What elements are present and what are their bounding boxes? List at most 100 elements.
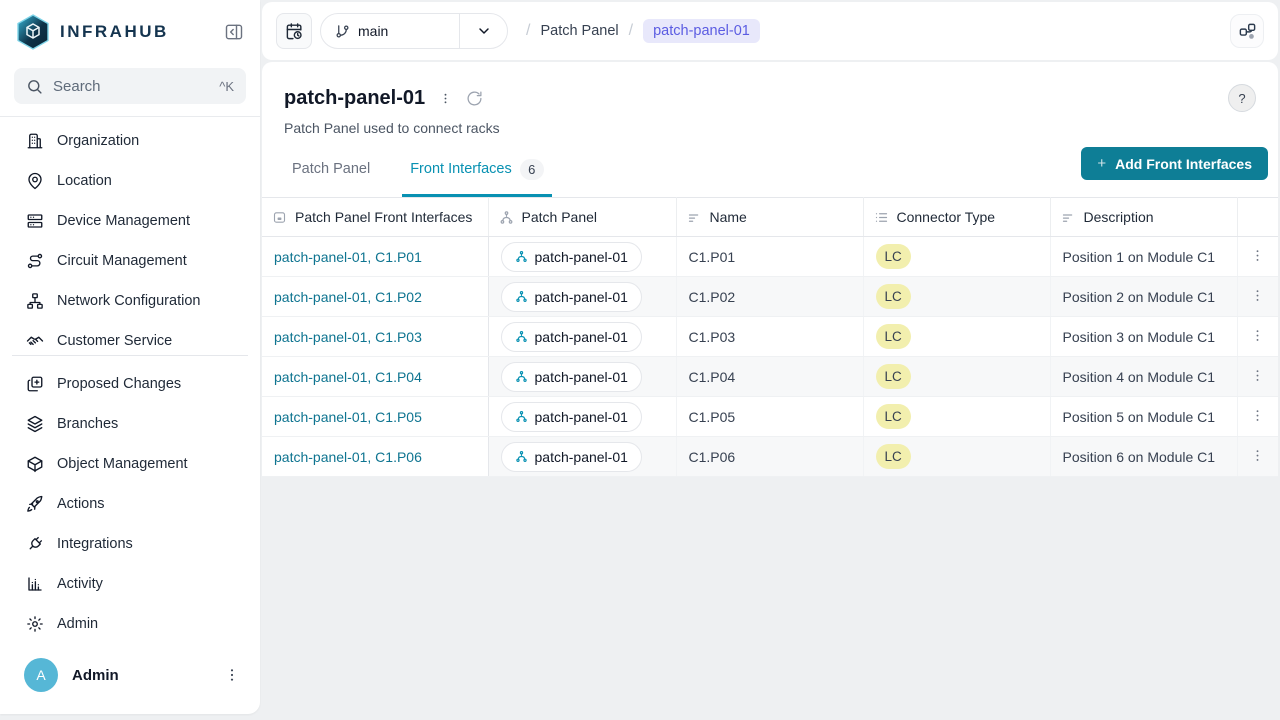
help-button[interactable]: ?: [1228, 84, 1256, 112]
sidebar-item-organization[interactable]: Organization: [0, 121, 260, 161]
table-row[interactable]: patch-panel-01, C1.P01 patch-panel-01 C1…: [262, 237, 1278, 277]
sidebar-item-location[interactable]: Location: [0, 161, 260, 201]
connector-type-badge: LC: [876, 284, 911, 309]
interface-link[interactable]: patch-panel-01, C1.P05: [274, 409, 422, 425]
hierarchy-icon: [515, 250, 528, 263]
tab-patch-panel[interactable]: Patch Panel: [284, 144, 378, 197]
patch-panel-chip[interactable]: patch-panel-01: [501, 402, 642, 432]
branch-selector[interactable]: main: [320, 13, 508, 49]
patch-panel-chip[interactable]: patch-panel-01: [501, 362, 642, 392]
sidebar-item-actions[interactable]: Actions: [0, 484, 260, 524]
search-input[interactable]: Search ^K: [14, 68, 246, 104]
description-cell: Position 1 on Module C1: [1050, 237, 1237, 277]
interface-link[interactable]: patch-panel-01, C1.P06: [274, 449, 422, 465]
sidebar-item-label: Activity: [57, 576, 103, 592]
time-travel-button[interactable]: [276, 13, 312, 49]
column-header-patch-panel[interactable]: Patch Panel: [488, 198, 676, 237]
interface-link[interactable]: patch-panel-01, C1.P01: [274, 249, 422, 265]
patch-panel-chip[interactable]: patch-panel-01: [501, 242, 642, 272]
sidebar-item-label: Object Management: [57, 456, 188, 472]
title-kebab-icon[interactable]: [439, 92, 452, 105]
sidebar-item-activity[interactable]: Activity: [0, 564, 260, 604]
patch-panel-chip[interactable]: patch-panel-01: [501, 282, 642, 312]
sidebar-item-proposed-changes[interactable]: Proposed Changes: [0, 364, 260, 404]
row-kebab-icon[interactable]: [1250, 448, 1265, 463]
tabs-bar: Patch Panel Front Interfaces 6 + Add Fro…: [262, 144, 1278, 197]
row-kebab-icon[interactable]: [1250, 248, 1265, 263]
interface-link[interactable]: patch-panel-01, C1.P02: [274, 289, 422, 305]
sidebar-item-network-configuration[interactable]: Network Configuration: [0, 281, 260, 321]
tab-label: Front Interfaces: [410, 161, 512, 177]
connector-type-badge: LC: [876, 244, 911, 269]
search-icon: [26, 78, 43, 95]
row-kebab-icon[interactable]: [1250, 368, 1265, 383]
network-icon: [26, 292, 44, 310]
table-row[interactable]: patch-panel-01, C1.P05 patch-panel-01 C1…: [262, 397, 1278, 437]
patch-panel-chip[interactable]: patch-panel-01: [501, 322, 642, 352]
interface-link[interactable]: patch-panel-01, C1.P04: [274, 369, 422, 385]
schema-visualizer-button[interactable]: [1230, 14, 1264, 48]
sidebar-item-circuit-management[interactable]: Circuit Management: [0, 241, 260, 281]
tab-count-badge: 6: [520, 159, 544, 180]
breadcrumb-current[interactable]: patch-panel-01: [643, 19, 760, 43]
add-button-label: Add Front Interfaces: [1115, 156, 1252, 172]
column-header-connector-type[interactable]: Connector Type: [863, 198, 1050, 237]
tab-front-interfaces[interactable]: Front Interfaces 6: [402, 144, 552, 197]
brand-header: INFRAHUB: [0, 0, 260, 60]
user-kebab-icon[interactable]: [224, 667, 240, 683]
infrahub-logo-icon: [16, 14, 50, 50]
breadcrumb-parent[interactable]: Patch Panel: [540, 23, 618, 39]
sidebar-item-admin[interactable]: Admin: [0, 604, 260, 644]
sidebar-item-label: Customer Service: [57, 333, 172, 349]
sidebar-item-label: Branches: [57, 416, 118, 432]
sidebar-item-customer-service[interactable]: Customer Service: [0, 321, 260, 355]
column-header-name[interactable]: Name: [676, 198, 863, 237]
row-kebab-icon[interactable]: [1250, 328, 1265, 343]
page-header: patch-panel-01 ? Patch Panel used to con…: [262, 62, 1278, 136]
name-cell: C1.P05: [676, 397, 863, 437]
nav-group-app: Proposed Changes Branches Object Managem…: [0, 356, 260, 644]
diff-icon: [26, 375, 44, 393]
chevron-down-icon: [476, 23, 492, 39]
table-row[interactable]: patch-panel-01, C1.P06 patch-panel-01 C1…: [262, 437, 1278, 477]
text-lines-icon: [687, 210, 702, 225]
table-row[interactable]: patch-panel-01, C1.P03 patch-panel-01 C1…: [262, 317, 1278, 357]
hierarchy-icon: [515, 290, 528, 303]
name-cell: C1.P06: [676, 437, 863, 477]
breadcrumb-separator: /: [526, 22, 530, 40]
text-lines-icon: [1061, 210, 1076, 225]
connector-type-badge: LC: [876, 404, 911, 429]
row-kebab-icon[interactable]: [1250, 288, 1265, 303]
sidebar-item-object-management[interactable]: Object Management: [0, 444, 260, 484]
sidebar-item-integrations[interactable]: Integrations: [0, 524, 260, 564]
avatar: A: [24, 658, 58, 692]
refresh-icon[interactable]: [466, 90, 483, 107]
tab-label: Patch Panel: [292, 161, 370, 177]
row-kebab-icon[interactable]: [1250, 408, 1265, 423]
column-header-front-interfaces[interactable]: Patch Panel Front Interfaces: [262, 198, 488, 237]
name-cell: C1.P02: [676, 277, 863, 317]
hierarchy-icon: [515, 450, 528, 463]
map-pin-icon: [26, 172, 44, 190]
rocket-icon: [26, 495, 44, 513]
table-header-row: Patch Panel Front Interfaces Patch Panel: [262, 198, 1278, 237]
patch-panel-chip[interactable]: patch-panel-01: [501, 442, 642, 472]
name-cell: C1.P04: [676, 357, 863, 397]
search-placeholder: Search: [53, 78, 209, 95]
server-icon: [26, 212, 44, 230]
add-front-interfaces-button[interactable]: + Add Front Interfaces: [1081, 147, 1268, 180]
interface-link[interactable]: patch-panel-01, C1.P03: [274, 329, 422, 345]
card-icon: [272, 210, 287, 225]
branch-dropdown-toggle[interactable]: [459, 14, 507, 48]
description-cell: Position 6 on Module C1: [1050, 437, 1237, 477]
column-header-description[interactable]: Description: [1050, 198, 1237, 237]
brand-name: INFRAHUB: [60, 22, 224, 42]
sidebar-item-label: Device Management: [57, 213, 190, 229]
sidebar-collapse-icon[interactable]: [224, 22, 244, 42]
table-row[interactable]: patch-panel-01, C1.P04 patch-panel-01 C1…: [262, 357, 1278, 397]
user-menu[interactable]: A Admin: [0, 644, 260, 714]
breadcrumb: / Patch Panel / patch-panel-01: [526, 19, 760, 43]
table-row[interactable]: patch-panel-01, C1.P02 patch-panel-01 C1…: [262, 277, 1278, 317]
sidebar-item-device-management[interactable]: Device Management: [0, 201, 260, 241]
sidebar-item-branches[interactable]: Branches: [0, 404, 260, 444]
